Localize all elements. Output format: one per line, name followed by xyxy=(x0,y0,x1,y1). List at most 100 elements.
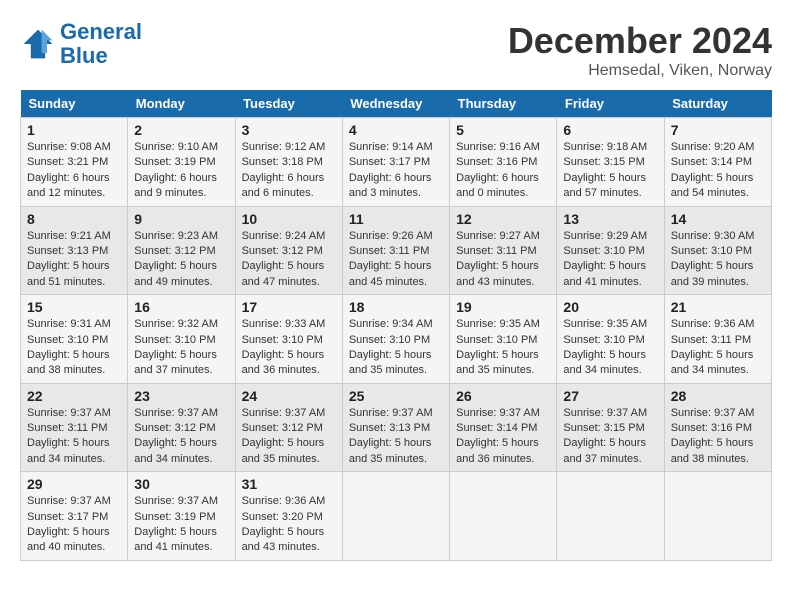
day-number: 21 xyxy=(671,299,765,315)
day-number: 24 xyxy=(242,388,336,404)
calendar-cell: 30 Sunrise: 9:37 AM Sunset: 3:19 PM Dayl… xyxy=(128,472,235,561)
header-saturday: Saturday xyxy=(664,90,771,118)
day-info: Sunrise: 9:18 AM Sunset: 3:15 PM Dayligh… xyxy=(563,140,657,202)
day-info: Sunrise: 9:24 AM Sunset: 3:12 PM Dayligh… xyxy=(242,229,336,291)
day-info: Sunrise: 9:26 AM Sunset: 3:11 PM Dayligh… xyxy=(349,229,443,291)
calendar-cell: 28 Sunrise: 9:37 AM Sunset: 3:16 PM Dayl… xyxy=(664,383,771,472)
calendar-week-2: 8 Sunrise: 9:21 AM Sunset: 3:13 PM Dayli… xyxy=(21,206,772,295)
day-number: 9 xyxy=(134,211,228,227)
calendar-cell xyxy=(450,472,557,561)
calendar-cell xyxy=(342,472,449,561)
day-number: 15 xyxy=(27,299,121,315)
calendar-cell xyxy=(664,472,771,561)
day-number: 30 xyxy=(134,476,228,492)
day-info: Sunrise: 9:37 AM Sunset: 3:14 PM Dayligh… xyxy=(456,406,550,468)
day-number: 14 xyxy=(671,211,765,227)
title-block: December 2024 Hemsedal, Viken, Norway xyxy=(508,20,772,80)
day-number: 13 xyxy=(563,211,657,227)
day-number: 17 xyxy=(242,299,336,315)
day-number: 22 xyxy=(27,388,121,404)
day-number: 31 xyxy=(242,476,336,492)
day-info: Sunrise: 9:29 AM Sunset: 3:10 PM Dayligh… xyxy=(563,229,657,291)
calendar-cell: 5 Sunrise: 9:16 AM Sunset: 3:16 PM Dayli… xyxy=(450,118,557,207)
day-info: Sunrise: 9:36 AM Sunset: 3:20 PM Dayligh… xyxy=(242,494,336,556)
calendar-week-4: 22 Sunrise: 9:37 AM Sunset: 3:11 PM Dayl… xyxy=(21,383,772,472)
header-monday: Monday xyxy=(128,90,235,118)
calendar-cell: 9 Sunrise: 9:23 AM Sunset: 3:12 PM Dayli… xyxy=(128,206,235,295)
day-info: Sunrise: 9:34 AM Sunset: 3:10 PM Dayligh… xyxy=(349,317,443,379)
day-info: Sunrise: 9:12 AM Sunset: 3:18 PM Dayligh… xyxy=(242,140,336,202)
header-sunday: Sunday xyxy=(21,90,128,118)
calendar-week-3: 15 Sunrise: 9:31 AM Sunset: 3:10 PM Dayl… xyxy=(21,295,772,384)
day-number: 2 xyxy=(134,122,228,138)
day-number: 1 xyxy=(27,122,121,138)
day-info: Sunrise: 9:27 AM Sunset: 3:11 PM Dayligh… xyxy=(456,229,550,291)
day-info: Sunrise: 9:35 AM Sunset: 3:10 PM Dayligh… xyxy=(456,317,550,379)
calendar-cell: 21 Sunrise: 9:36 AM Sunset: 3:11 PM Dayl… xyxy=(664,295,771,384)
day-number: 11 xyxy=(349,211,443,227)
calendar-cell: 1 Sunrise: 9:08 AM Sunset: 3:21 PM Dayli… xyxy=(21,118,128,207)
day-info: Sunrise: 9:33 AM Sunset: 3:10 PM Dayligh… xyxy=(242,317,336,379)
day-number: 27 xyxy=(563,388,657,404)
header-tuesday: Tuesday xyxy=(235,90,342,118)
day-number: 29 xyxy=(27,476,121,492)
day-info: Sunrise: 9:37 AM Sunset: 3:12 PM Dayligh… xyxy=(134,406,228,468)
logo-line1: General xyxy=(60,19,142,44)
day-number: 16 xyxy=(134,299,228,315)
calendar-cell: 12 Sunrise: 9:27 AM Sunset: 3:11 PM Dayl… xyxy=(450,206,557,295)
calendar-cell: 19 Sunrise: 9:35 AM Sunset: 3:10 PM Dayl… xyxy=(450,295,557,384)
day-info: Sunrise: 9:35 AM Sunset: 3:10 PM Dayligh… xyxy=(563,317,657,379)
month-title: December 2024 xyxy=(508,20,772,62)
logo: General Blue xyxy=(20,20,142,68)
calendar-cell: 15 Sunrise: 9:31 AM Sunset: 3:10 PM Dayl… xyxy=(21,295,128,384)
calendar-cell: 31 Sunrise: 9:36 AM Sunset: 3:20 PM Dayl… xyxy=(235,472,342,561)
day-info: Sunrise: 9:37 AM Sunset: 3:16 PM Dayligh… xyxy=(671,406,765,468)
calendar-cell: 24 Sunrise: 9:37 AM Sunset: 3:12 PM Dayl… xyxy=(235,383,342,472)
page-header: General Blue December 2024 Hemsedal, Vik… xyxy=(20,20,772,80)
calendar-header-row: Sunday Monday Tuesday Wednesday Thursday… xyxy=(21,90,772,118)
calendar-cell: 11 Sunrise: 9:26 AM Sunset: 3:11 PM Dayl… xyxy=(342,206,449,295)
calendar-week-5: 29 Sunrise: 9:37 AM Sunset: 3:17 PM Dayl… xyxy=(21,472,772,561)
calendar-cell: 7 Sunrise: 9:20 AM Sunset: 3:14 PM Dayli… xyxy=(664,118,771,207)
day-number: 8 xyxy=(27,211,121,227)
calendar-cell: 17 Sunrise: 9:33 AM Sunset: 3:10 PM Dayl… xyxy=(235,295,342,384)
calendar-cell: 27 Sunrise: 9:37 AM Sunset: 3:15 PM Dayl… xyxy=(557,383,664,472)
calendar-cell: 25 Sunrise: 9:37 AM Sunset: 3:13 PM Dayl… xyxy=(342,383,449,472)
calendar-cell: 18 Sunrise: 9:34 AM Sunset: 3:10 PM Dayl… xyxy=(342,295,449,384)
day-info: Sunrise: 9:32 AM Sunset: 3:10 PM Dayligh… xyxy=(134,317,228,379)
header-wednesday: Wednesday xyxy=(342,90,449,118)
day-info: Sunrise: 9:16 AM Sunset: 3:16 PM Dayligh… xyxy=(456,140,550,202)
header-thursday: Thursday xyxy=(450,90,557,118)
day-number: 28 xyxy=(671,388,765,404)
calendar-cell: 13 Sunrise: 9:29 AM Sunset: 3:10 PM Dayl… xyxy=(557,206,664,295)
day-number: 10 xyxy=(242,211,336,227)
calendar-cell: 8 Sunrise: 9:21 AM Sunset: 3:13 PM Dayli… xyxy=(21,206,128,295)
calendar-cell xyxy=(557,472,664,561)
calendar-cell: 20 Sunrise: 9:35 AM Sunset: 3:10 PM Dayl… xyxy=(557,295,664,384)
logo-line2: Blue xyxy=(60,43,108,68)
day-number: 26 xyxy=(456,388,550,404)
day-info: Sunrise: 9:08 AM Sunset: 3:21 PM Dayligh… xyxy=(27,140,121,202)
day-number: 7 xyxy=(671,122,765,138)
calendar-week-1: 1 Sunrise: 9:08 AM Sunset: 3:21 PM Dayli… xyxy=(21,118,772,207)
day-info: Sunrise: 9:23 AM Sunset: 3:12 PM Dayligh… xyxy=(134,229,228,291)
calendar-cell: 6 Sunrise: 9:18 AM Sunset: 3:15 PM Dayli… xyxy=(557,118,664,207)
day-info: Sunrise: 9:10 AM Sunset: 3:19 PM Dayligh… xyxy=(134,140,228,202)
calendar-cell: 3 Sunrise: 9:12 AM Sunset: 3:18 PM Dayli… xyxy=(235,118,342,207)
day-number: 6 xyxy=(563,122,657,138)
day-info: Sunrise: 9:31 AM Sunset: 3:10 PM Dayligh… xyxy=(27,317,121,379)
logo-text: General Blue xyxy=(60,20,142,68)
calendar-cell: 14 Sunrise: 9:30 AM Sunset: 3:10 PM Dayl… xyxy=(664,206,771,295)
day-number: 4 xyxy=(349,122,443,138)
calendar-cell: 23 Sunrise: 9:37 AM Sunset: 3:12 PM Dayl… xyxy=(128,383,235,472)
day-number: 20 xyxy=(563,299,657,315)
logo-icon xyxy=(20,26,56,62)
header-friday: Friday xyxy=(557,90,664,118)
day-info: Sunrise: 9:21 AM Sunset: 3:13 PM Dayligh… xyxy=(27,229,121,291)
day-number: 23 xyxy=(134,388,228,404)
day-number: 3 xyxy=(242,122,336,138)
calendar-cell: 29 Sunrise: 9:37 AM Sunset: 3:17 PM Dayl… xyxy=(21,472,128,561)
calendar-table: Sunday Monday Tuesday Wednesday Thursday… xyxy=(20,90,772,561)
location: Hemsedal, Viken, Norway xyxy=(508,62,772,80)
day-info: Sunrise: 9:30 AM Sunset: 3:10 PM Dayligh… xyxy=(671,229,765,291)
